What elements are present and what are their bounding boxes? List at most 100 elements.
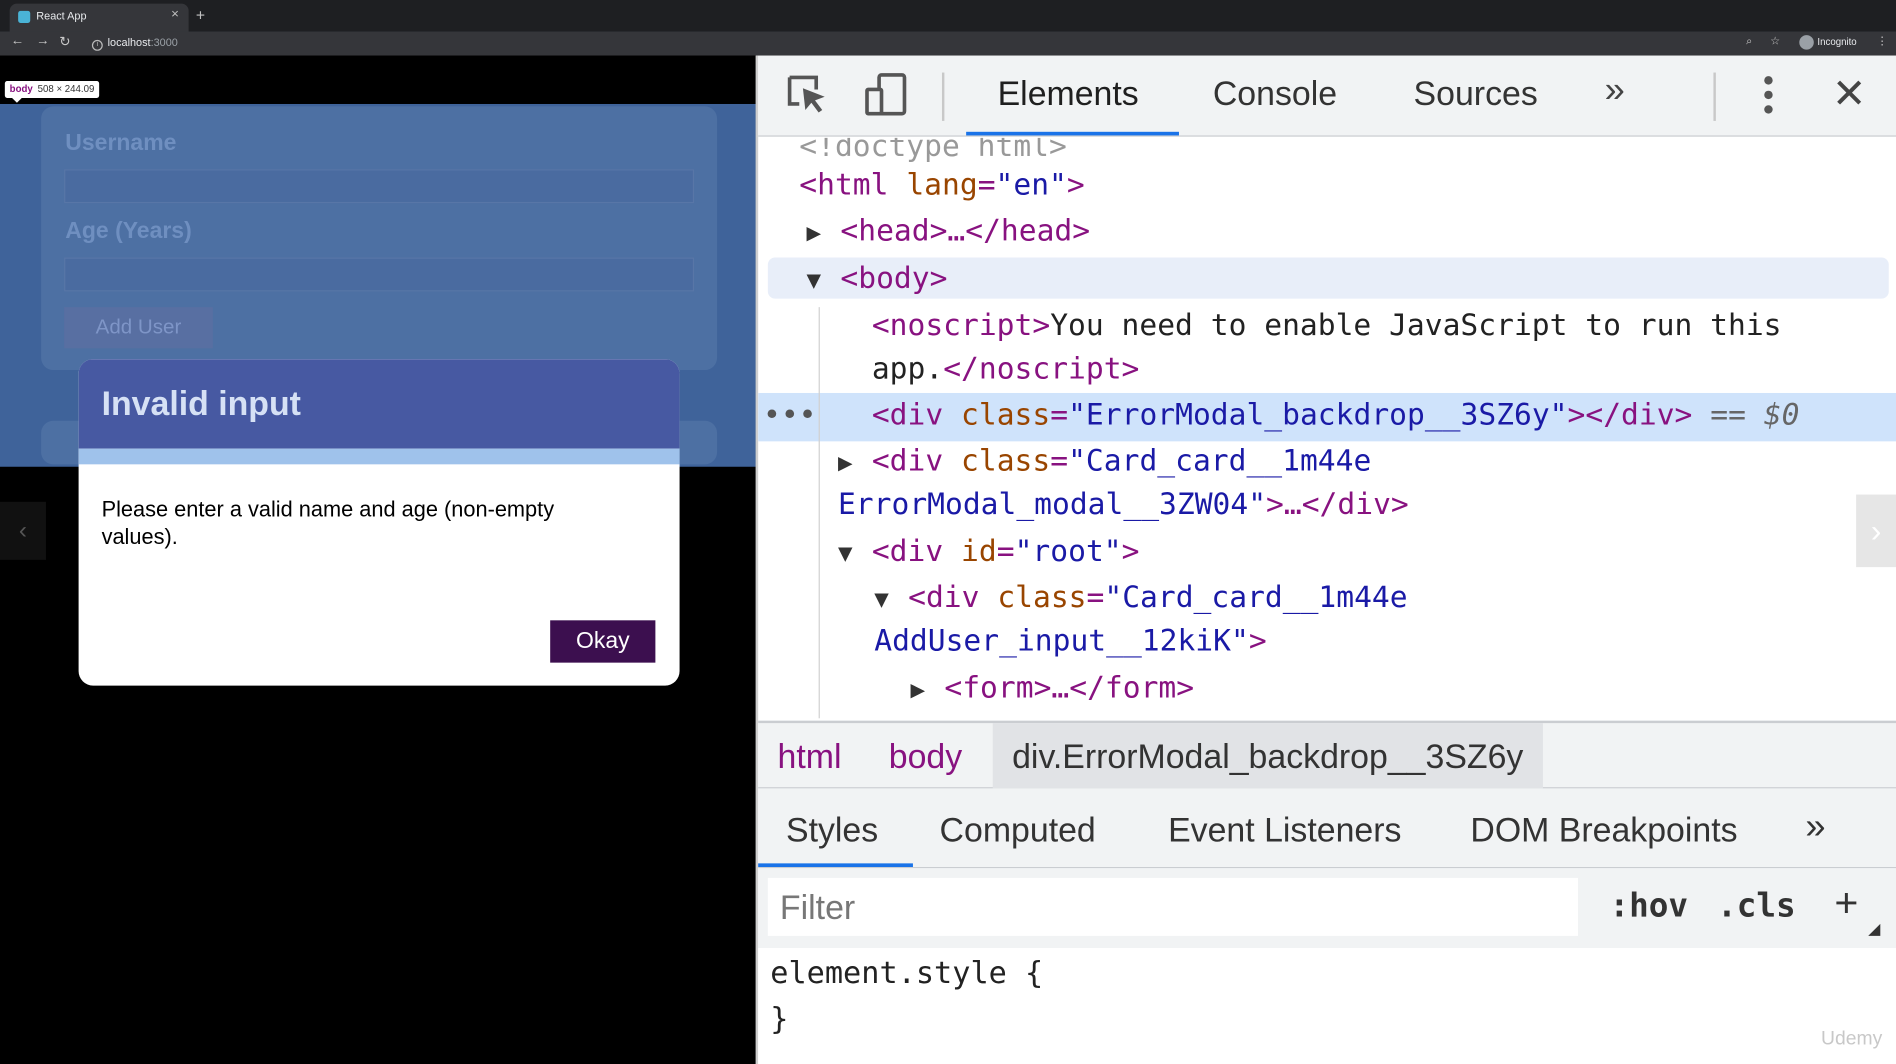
dom-noscript-cont: app.</noscript> xyxy=(872,351,1140,386)
age-label: Age (Years) xyxy=(65,218,192,245)
tab-styles[interactable]: Styles xyxy=(786,811,878,850)
tooltip-size: 508 × 244.09 xyxy=(37,83,95,95)
lang-value: "en" xyxy=(995,166,1067,202)
tree-guide-line xyxy=(818,307,820,719)
browser-tab-bar: React App × + xyxy=(0,0,1896,32)
tab-sources[interactable]: Sources xyxy=(1414,75,1538,114)
element-style-rule: element.style { } xyxy=(758,948,1896,1064)
modal-class-cont: ErrorModal_modal__3ZW04" xyxy=(837,486,1267,522)
modal-message: Please enter a valid name and age (non-e… xyxy=(101,496,555,549)
tab-console[interactable]: Console xyxy=(1213,75,1337,114)
add-user-card: Username Age (Years) Add User xyxy=(41,106,718,371)
breadcrumb-body[interactable]: body xyxy=(889,738,962,777)
okay-button[interactable]: Okay xyxy=(550,620,656,663)
tab-computed[interactable]: Computed xyxy=(940,811,1096,850)
browser-tab[interactable]: React App × xyxy=(9,3,189,32)
active-tab-indicator xyxy=(966,131,1179,136)
username-label: Username xyxy=(65,130,177,156)
info-icon[interactable]: i xyxy=(91,39,103,51)
bookmark-star-icon[interactable]: ☆ xyxy=(1770,35,1780,48)
breadcrumb: html body div.ErrorModal_backdrop__3SZ6y xyxy=(758,720,1896,789)
url-port: :3000 xyxy=(150,36,178,49)
tab-dom-breakpoints[interactable]: DOM Breakpoints xyxy=(1470,811,1737,850)
tab-title: React App xyxy=(36,9,87,22)
incognito-profile[interactable]: Incognito xyxy=(1799,35,1857,50)
more-tabs-icon[interactable]: » xyxy=(1605,70,1625,111)
row-actions-icon[interactable]: ••• xyxy=(763,397,817,432)
dom-form[interactable]: ▶ <form>…</form> xyxy=(911,670,1195,705)
age-input[interactable] xyxy=(64,257,695,292)
styles-tabbar: Styles Computed Event Listeners DOM Brea… xyxy=(758,788,1896,869)
dom-doctype[interactable]: <!doctype html> xyxy=(799,138,1067,163)
toolbar-separator xyxy=(1713,72,1716,121)
breadcrumb-selected[interactable]: div.ErrorModal_backdrop__3SZ6y xyxy=(992,723,1543,789)
root-id: "root" xyxy=(1014,533,1122,569)
collapse-triangle-icon[interactable]: ▼ xyxy=(807,265,841,294)
address-bar: ← → ↻ i localhost:3000 ⌕ ☆ Incognito ⋮ xyxy=(0,31,1896,56)
noscript-tag: <noscript> xyxy=(871,307,1051,343)
dom-body[interactable]: ▼ <body> xyxy=(807,260,948,295)
noscript-text-cont: app. xyxy=(871,350,944,386)
hover-state-button[interactable]: :hov xyxy=(1609,888,1688,925)
new-style-rule-icon[interactable]: + xyxy=(1834,880,1858,927)
dom-modal-div-cont: ErrorModal_modal__3ZW04">…</div> xyxy=(837,486,1409,522)
dom-head[interactable]: ▶ <head>…</head> xyxy=(807,213,1091,248)
incognito-icon xyxy=(1799,35,1814,50)
rule-selector[interactable]: element.style { xyxy=(770,955,1043,990)
react-favicon-icon xyxy=(18,10,31,23)
forward-icon[interactable]: → xyxy=(36,34,49,49)
dom-backdrop-div[interactable]: <div class="ErrorModal_backdrop__3SZ6y">… xyxy=(872,397,1800,432)
tab-close-icon[interactable]: × xyxy=(171,7,179,22)
more-panes-icon[interactable]: » xyxy=(1805,807,1825,848)
page-viewport: Username Age (Years) Add User body 508 × … xyxy=(0,55,756,1064)
backdrop-class: "ErrorModal_backdrop__3SZ6y" xyxy=(1068,396,1568,432)
modal-header-band xyxy=(78,448,680,465)
card-class: "Card_card__1m44e xyxy=(1104,579,1408,615)
dom-card-div-cont: AddUser_input__12kiK"> xyxy=(874,622,1267,658)
selected-marker: == $0 xyxy=(1710,396,1800,432)
expand-triangle-icon[interactable]: ▶ xyxy=(807,218,841,247)
tooltip-tag: body xyxy=(9,83,33,95)
back-icon[interactable]: ← xyxy=(11,34,24,49)
device-toolbar-icon[interactable] xyxy=(865,73,909,117)
zoom-icon[interactable]: ⌕ xyxy=(1746,35,1752,48)
new-tab-icon[interactable]: + xyxy=(196,6,205,24)
rule-menu-corner-icon[interactable] xyxy=(1868,923,1881,936)
profile-label: Incognito xyxy=(1817,36,1857,48)
modal-title: Invalid input xyxy=(101,384,301,423)
noscript-text: You need to enable JavaScript to run thi… xyxy=(1050,307,1782,343)
dom-tree: <!doctype html> <html lang="en"> ▶ <head>… xyxy=(758,138,1896,721)
dom-root-div[interactable]: ▼ <div id="root"> xyxy=(838,533,1140,568)
devtools-menu-icon[interactable] xyxy=(1762,73,1774,117)
collapse-triangle-icon[interactable]: ▼ xyxy=(838,538,872,567)
chevron-right-icon[interactable]: › xyxy=(1856,494,1896,568)
breadcrumb-html[interactable]: html xyxy=(778,738,842,777)
card-class-cont: AddUser_input__12kiK" xyxy=(874,622,1249,658)
tab-event-listeners[interactable]: Event Listeners xyxy=(1168,811,1401,850)
dom-noscript[interactable]: <noscript>You need to enable JavaScript … xyxy=(872,307,1782,342)
modal-class: "Card_card__1m44e xyxy=(1068,442,1372,478)
dom-modal-div[interactable]: ▶ <div class="Card_card__1m44e xyxy=(838,443,1371,478)
reload-icon[interactable]: ↻ xyxy=(59,34,70,50)
dom-html[interactable]: <html lang="en"> xyxy=(799,167,1084,202)
error-modal: Invalid input Please enter a valid name … xyxy=(78,359,680,686)
styles-filter-input[interactable]: Filter xyxy=(767,877,1579,936)
active-styles-tab-indicator xyxy=(758,863,913,867)
dom-card-div[interactable]: ▼ <div class="Card_card__1m44e xyxy=(874,579,1407,614)
username-input[interactable] xyxy=(64,169,695,204)
browser-menu-icon[interactable]: ⋮ xyxy=(1877,35,1888,48)
modal-header: Invalid input xyxy=(78,359,680,449)
rule-close-brace: } xyxy=(770,1001,789,1037)
expand-triangle-icon[interactable]: ▶ xyxy=(838,447,872,476)
class-toggle-button[interactable]: .cls xyxy=(1717,888,1796,925)
devtools-panel: Elements Console Sources » ✕ <!doctype h… xyxy=(755,55,1896,1064)
tab-elements[interactable]: Elements xyxy=(998,75,1139,114)
collapse-triangle-icon[interactable]: ▼ xyxy=(874,584,908,613)
inspect-element-icon[interactable] xyxy=(785,73,829,117)
close-devtools-icon[interactable]: ✕ xyxy=(1832,70,1866,118)
url-field[interactable]: i localhost:3000 xyxy=(91,36,178,51)
add-user-button[interactable]: Add User xyxy=(64,307,213,349)
expand-triangle-icon[interactable]: ▶ xyxy=(911,675,945,704)
chevron-left-icon[interactable]: ‹ xyxy=(0,501,46,560)
head-tag: <head>…</head> xyxy=(840,212,1091,248)
